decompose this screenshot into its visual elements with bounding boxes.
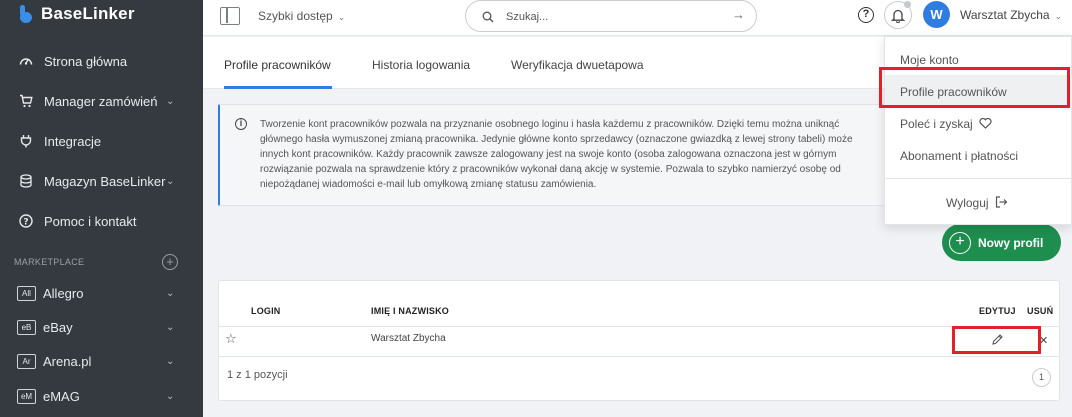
info-text-line: innych kont pracowników. Każdy pracownik… [260, 149, 837, 160]
section-label-marketplace: MARKETPLACE [14, 257, 85, 267]
search-submit-arrow-icon[interactable]: → [732, 7, 745, 22]
column-header-login[interactable]: LOGIN [251, 306, 281, 316]
logout-button[interactable]: Wyloguj [946, 196, 1008, 210]
column-header-delete: USUŃ [1027, 306, 1054, 316]
brand-name: BaseLinker [41, 4, 135, 23]
row-name: Warsztat Zbycha [371, 333, 446, 344]
chevron-down-icon: ⌄ [166, 287, 175, 299]
search-input[interactable] [506, 8, 716, 26]
menu-item-my-account[interactable]: Moje konto [900, 53, 959, 67]
table-divider [219, 326, 1059, 327]
tab-two-factor[interactable]: Weryfikacja dwuetapowa [511, 58, 644, 72]
plug-icon [19, 134, 33, 148]
plus-icon: + [949, 231, 971, 254]
main-account-star-icon: ☆ [225, 331, 237, 346]
menu-divider [885, 178, 1072, 179]
menu-item-employee-profiles[interactable]: Profile pracowników [900, 85, 1007, 99]
menu-item-label: Poleć i zyskaj [900, 117, 973, 131]
chevron-down-icon: ⌄ [337, 12, 346, 22]
active-tab-indicator [224, 86, 332, 89]
help-circle-icon: ? [19, 214, 33, 228]
brand-logo[interactable]: BaseLinker [19, 4, 135, 24]
marketplace-badge: All [17, 285, 36, 301]
account-menu-toggle[interactable]: Warsztat Zbycha ⌄ [960, 8, 1062, 22]
menu-item-referral[interactable]: Poleć i zyskaj [900, 117, 992, 131]
add-marketplace-button[interactable]: + [162, 254, 178, 270]
info-text-line: rozwiązanie pozwala na sprawdzenie który… [260, 164, 841, 175]
sidebar-item-label: Pomoc i kontakt [44, 213, 137, 229]
sidebar-item-label: eMAG [43, 388, 80, 404]
sidebar-item-label: Arena.pl [43, 353, 92, 369]
chevron-down-icon: ⌄ [166, 321, 175, 333]
info-text-line: Tworzenie kont pracowników pozwala na pr… [260, 119, 840, 130]
quick-access-dropdown[interactable]: Szybki dostęp ⌄ [258, 9, 345, 23]
logout-icon [995, 196, 1008, 208]
search-icon [482, 10, 494, 28]
sidebar: BaseLinker Strona główna Manager zamówie… [0, 0, 203, 417]
marketplace-badge: eB [17, 319, 36, 335]
sidebar-item-label: eBay [43, 319, 73, 335]
sidebar-item-arena[interactable]: Ar Arena.pl ⌄ [0, 341, 203, 381]
sidebar-item-label: Integracje [44, 133, 102, 149]
sidebar-item-integrations[interactable]: Integracje [0, 121, 203, 161]
sidebar-item-label: Strona główna [44, 53, 128, 69]
sidebar-item-orders[interactable]: Manager zamówień ⌄ [0, 81, 203, 121]
marketplace-badge: eM [17, 388, 36, 404]
notification-indicator [904, 1, 911, 8]
column-header-edit: EDYTUJ [979, 306, 1016, 316]
heart-icon [979, 117, 992, 129]
bell-icon [891, 9, 905, 23]
account-name: Warsztat Zbycha [960, 8, 1050, 22]
info-text-line: głównego hasła wymuszonej zmianą pracown… [260, 134, 853, 145]
sidebar-item-label: Magazyn BaseLinker [44, 173, 166, 189]
profiles-table: LOGIN IMIĘ I NAZWISKO EDYTUJ USUŃ ☆ Wars… [218, 280, 1060, 401]
chevron-down-icon: ⌄ [166, 390, 175, 402]
chevron-down-icon: ⌄ [166, 355, 175, 367]
tab-employee-profiles[interactable]: Profile pracowników [224, 58, 331, 72]
page-button[interactable]: 1 [1032, 368, 1051, 387]
sidebar-item-help[interactable]: ? Pomoc i kontakt [0, 201, 203, 241]
sidebar-toggle-icon[interactable] [220, 7, 240, 25]
avatar[interactable]: W [923, 1, 950, 28]
pagination-summary: 1 z 1 pozycji [227, 369, 288, 381]
menu-item-subscription[interactable]: Abonament i płatności [900, 149, 1018, 163]
help-icon[interactable]: ? [858, 7, 874, 23]
marketplace-badge: Ar [17, 353, 36, 369]
search-box[interactable]: → [465, 0, 757, 32]
tab-login-history[interactable]: Historia logowania [372, 58, 470, 72]
quick-access-label: Szybki dostęp [258, 9, 333, 23]
table-divider [219, 356, 1059, 357]
info-text-line: niepożądanej wiadomości e-mail lub omyłk… [260, 179, 597, 190]
topbar: Szybki dostęp ⌄ → ? W Warsztat Zbycha ⌄ [203, 0, 1072, 36]
baselinker-logo-icon [19, 5, 35, 23]
chevron-down-icon: ⌄ [166, 175, 175, 187]
chevron-down-icon: ⌄ [166, 95, 175, 107]
dashboard-icon [19, 54, 33, 68]
info-icon: i [235, 118, 247, 130]
delete-icon[interactable]: ✕ [1039, 334, 1048, 347]
logout-label: Wyloguj [946, 196, 989, 210]
svg-text:?: ? [23, 217, 28, 227]
database-icon [19, 174, 33, 188]
sidebar-item-label: Manager zamówień [44, 93, 158, 109]
new-profile-label: Nowy profil [978, 235, 1044, 250]
sidebar-item-warehouse[interactable]: Magazyn BaseLinker ⌄ [0, 161, 203, 201]
cart-icon [19, 94, 33, 108]
sidebar-item-emag[interactable]: eM eMAG ⌄ [0, 376, 203, 416]
column-header-name[interactable]: IMIĘ I NAZWISKO [371, 306, 449, 316]
sidebar-item-label: Allegro [43, 285, 84, 301]
info-alert: i Tworzenie kont pracowników pozwala na … [218, 104, 898, 206]
sidebar-item-home[interactable]: Strona główna [0, 41, 203, 81]
pencil-icon[interactable] [991, 333, 1004, 349]
account-dropdown-menu: Moje konto Profile pracowników Poleć i z… [884, 36, 1072, 225]
chevron-down-icon: ⌄ [1054, 11, 1063, 21]
new-profile-button[interactable]: + Nowy profil [942, 224, 1061, 261]
